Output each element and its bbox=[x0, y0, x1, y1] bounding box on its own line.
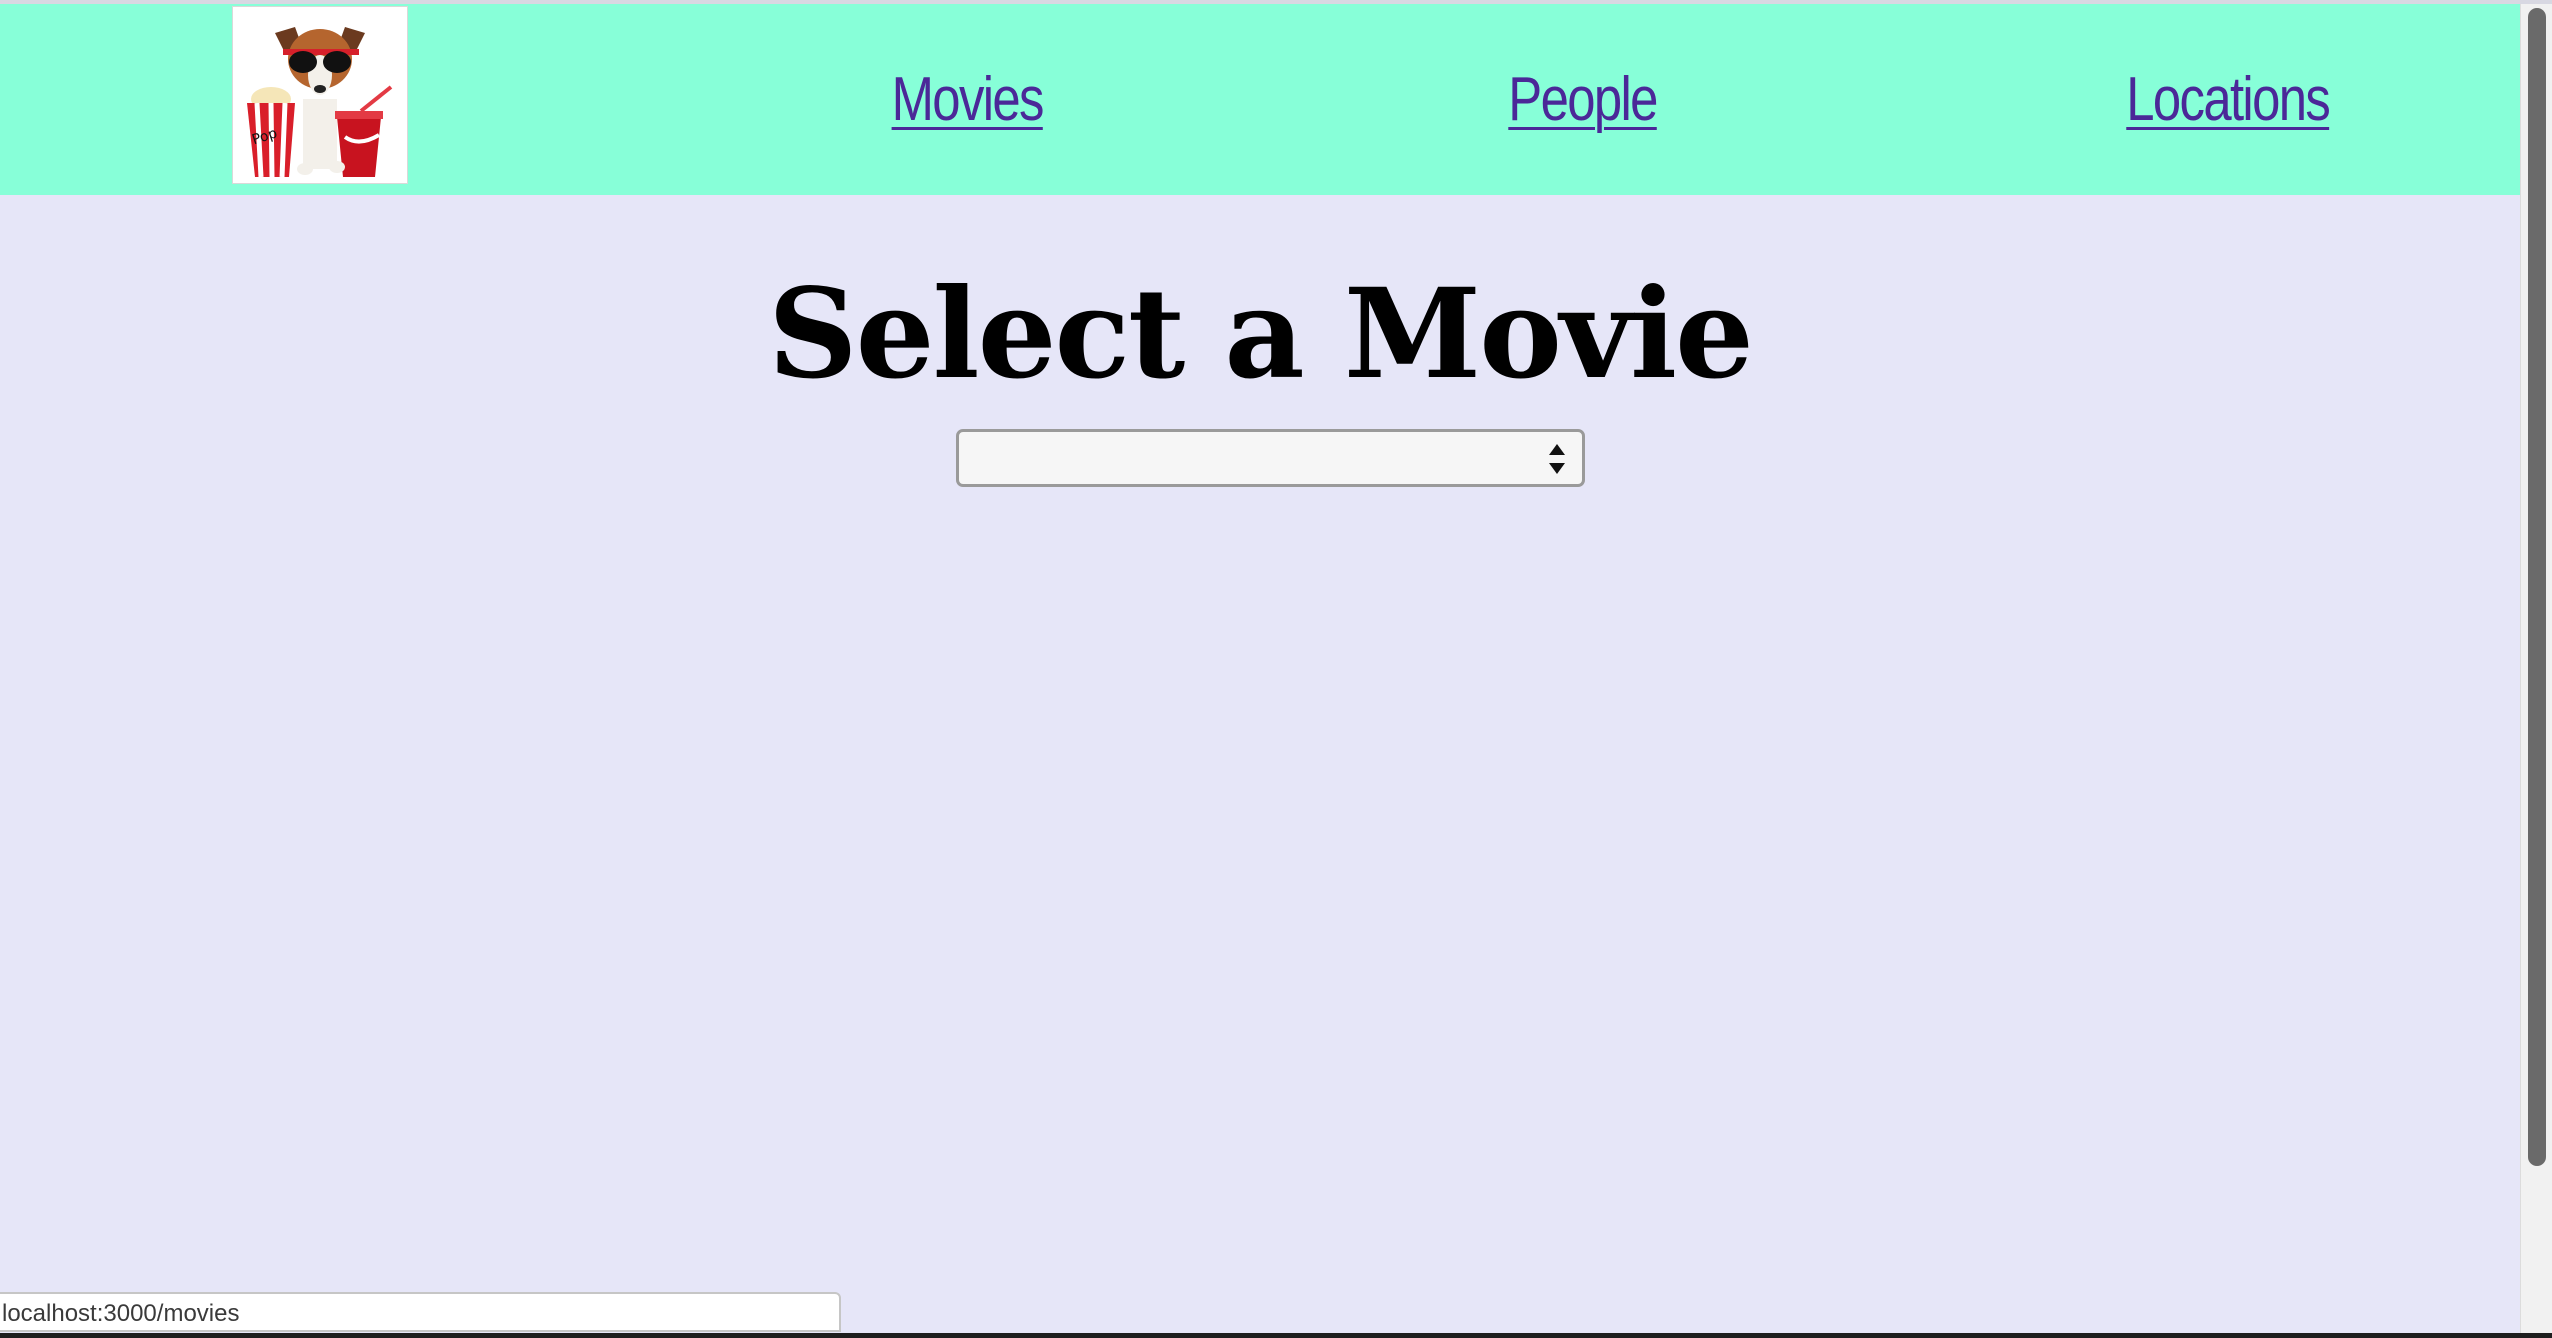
select-up-down-arrows-icon bbox=[1549, 444, 1565, 474]
movie-select[interactable] bbox=[956, 429, 1585, 487]
nav-link-people[interactable]: People bbox=[1508, 64, 1658, 135]
page-title: Select a Movie bbox=[768, 262, 1754, 407]
logo[interactable]: Pop bbox=[232, 6, 408, 184]
scrollbar-thumb[interactable] bbox=[2528, 8, 2546, 1166]
vertical-scrollbar[interactable] bbox=[2520, 4, 2552, 1334]
browser-viewport: Pop Movies People Locations Select a Mov… bbox=[0, 0, 2552, 1338]
link-status-bar: localhost:3000/movies bbox=[0, 1292, 841, 1332]
dog-popcorn-logo-icon: Pop bbox=[233, 7, 407, 183]
status-url: localhost:3000/movies bbox=[2, 1300, 240, 1327]
navbar: Pop Movies People Locations bbox=[0, 4, 2520, 195]
nav-link-movies[interactable]: Movies bbox=[892, 64, 1045, 135]
nav-link-locations[interactable]: Locations bbox=[2126, 64, 2331, 135]
bottom-border bbox=[0, 1333, 2552, 1338]
